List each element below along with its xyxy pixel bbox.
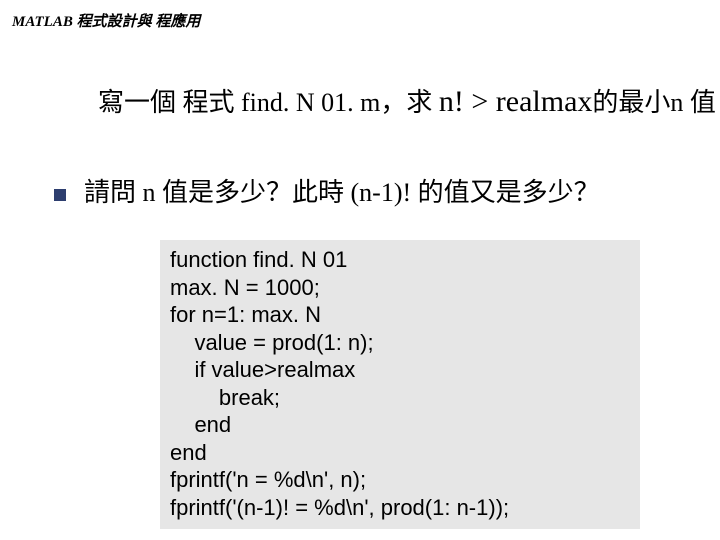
code-line: end xyxy=(170,411,630,439)
line1-c: 的最小n 值 xyxy=(592,88,716,117)
code-line: if value>realmax xyxy=(170,356,630,384)
square-bullet-icon xyxy=(54,189,66,201)
header-title: MATLAB 程式設計與 程應用 xyxy=(12,10,200,31)
code-line: for n=1: max. N xyxy=(170,301,630,329)
problem-line-1: 寫一個 程式 find. N 01. m，求 n! > realmax的最小n … xyxy=(98,82,680,119)
code-line: fprintf('n = %d\n', n); xyxy=(170,466,630,494)
code-line: fprintf('(n-1)! = %d\n', prod(1: n-1)); xyxy=(170,494,630,522)
line1-b: n! > realmax xyxy=(439,85,593,118)
problem-line-2: 請問 n 值是多少？此時 (n-1)! 的值又是多少？ xyxy=(84,172,600,209)
code-line: value = prod(1: n); xyxy=(170,329,630,357)
bullet-row: 請問 n 值是多少？此時 (n-1)! 的值又是多少？ xyxy=(54,172,680,209)
code-line: max. N = 1000; xyxy=(170,274,630,302)
code-line: function find. N 01 xyxy=(170,246,630,274)
code-line: break; xyxy=(170,384,630,412)
line1-a: 寫一個 程式 find. N 01. m，求 xyxy=(98,88,439,117)
code-line: end xyxy=(170,439,630,467)
code-block: function find. N 01 max. N = 1000; for n… xyxy=(160,240,640,529)
